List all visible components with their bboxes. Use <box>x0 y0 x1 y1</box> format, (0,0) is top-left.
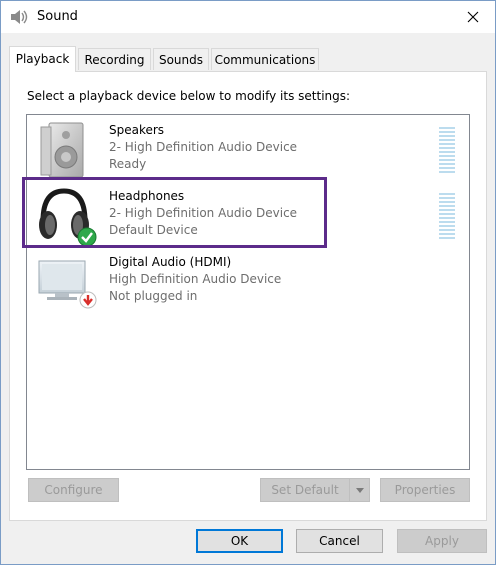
chevron-down-icon <box>356 488 364 493</box>
sound-dialog: Sound Playback Recording Sounds Communic… <box>0 0 496 565</box>
device-status: Default Device <box>109 223 198 237</box>
apply-button[interactable]: Apply <box>397 529 487 553</box>
close-button[interactable] <box>451 1 495 33</box>
device-name: Headphones <box>109 189 185 203</box>
device-headphones[interactable]: Headphones 2- High Definition Audio Devi… <box>27 183 469 249</box>
level-meter <box>439 193 455 241</box>
window-title: Sound <box>37 9 78 24</box>
device-speakers[interactable]: Speakers 2- High Definition Audio Device… <box>27 117 469 183</box>
device-status: Ready <box>109 157 147 171</box>
set-default-dropdown[interactable] <box>349 479 369 501</box>
device-digital-audio-hdmi[interactable]: Digital Audio (HDMI) High Definition Aud… <box>27 249 469 315</box>
device-description: 2- High Definition Audio Device <box>109 206 298 220</box>
tab-label: Recording <box>84 53 145 67</box>
playback-panel: Select a playback device below to modify… <box>9 71 487 521</box>
device-name: Speakers <box>109 123 165 137</box>
button-label: Configure <box>44 483 103 497</box>
cancel-button[interactable]: Cancel <box>296 529 383 553</box>
tab-communications[interactable]: Communications <box>211 48 319 70</box>
button-label: Properties <box>394 483 456 497</box>
tab-sounds[interactable]: Sounds <box>153 48 209 70</box>
unplugged-arrow-icon <box>79 291 97 309</box>
tab-label: Sounds <box>158 53 204 67</box>
device-description: High Definition Audio Device <box>109 272 282 286</box>
title-bar[interactable]: Sound <box>1 1 495 33</box>
button-label: OK <box>230 534 249 548</box>
tab-recording[interactable]: Recording <box>78 48 151 70</box>
device-status: Not plugged in <box>109 289 198 303</box>
speakers-icon <box>40 122 84 178</box>
level-meter <box>439 127 455 175</box>
ok-button[interactable]: OK <box>196 529 283 553</box>
properties-button[interactable]: Properties <box>380 478 470 502</box>
button-label: Apply <box>425 534 459 548</box>
device-name: Digital Audio (HDMI) <box>109 255 232 269</box>
tab-label: Playback <box>15 52 70 66</box>
set-default-button[interactable]: Set Default <box>260 478 370 502</box>
speaker-icon <box>11 10 28 24</box>
instruction-text: Select a playback device below to modify… <box>27 89 351 103</box>
close-icon <box>467 11 479 23</box>
configure-button[interactable]: Configure <box>28 478 119 502</box>
default-check-icon <box>77 227 97 247</box>
device-list[interactable]: Speakers 2- High Definition Audio Device… <box>26 114 470 470</box>
button-label: Cancel <box>319 534 360 548</box>
tab-playback[interactable]: Playback <box>9 46 76 72</box>
tab-label: Communications <box>214 53 316 67</box>
device-description: 2- High Definition Audio Device <box>109 140 298 154</box>
button-label: Set Default <box>271 483 339 497</box>
